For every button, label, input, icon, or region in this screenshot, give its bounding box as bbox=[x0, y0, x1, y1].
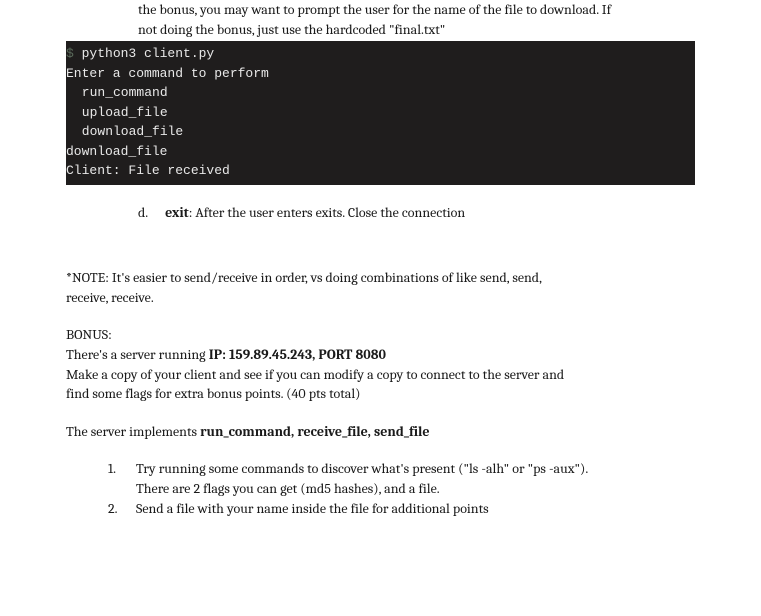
bonus-line1-pre: There's a server running bbox=[66, 346, 209, 363]
note-block: *NOTE: It's easier to send/receive in or… bbox=[66, 268, 695, 307]
list-item-1a: Try running some commands to discover wh… bbox=[136, 460, 588, 477]
list-item-1b: There are 2 flags you can get (md5 hashe… bbox=[136, 480, 440, 497]
item-d-marker: d. bbox=[138, 203, 162, 223]
terminal-line-6: download_file bbox=[66, 142, 691, 162]
terminal-prompt: $ bbox=[66, 46, 74, 61]
note-line-1: *NOTE: It's easier to send/receive in or… bbox=[66, 269, 542, 286]
server-implements: The server implements run_command, recei… bbox=[66, 422, 695, 442]
intro-paragraph: the bonus, you may want to prompt the us… bbox=[138, 0, 695, 39]
terminal-line-5: download_file bbox=[66, 122, 691, 142]
impl-pre: The server implements bbox=[66, 423, 200, 440]
bonus-ip-port: IP: 159.89.45.243, PORT 8080 bbox=[209, 346, 386, 363]
terminal-line-3: run_command bbox=[66, 83, 691, 103]
impl-commands: run_command, receive_file, send_file bbox=[200, 423, 429, 440]
numbered-list: 1. Try running some commands to discover… bbox=[108, 459, 695, 518]
terminal-line-7: Client: File received bbox=[66, 161, 691, 181]
list-num-2: 2. bbox=[108, 499, 118, 519]
list-item-1: 1. Try running some commands to discover… bbox=[108, 459, 695, 498]
intro-line-2: not doing the bonus, just use the hardco… bbox=[138, 21, 445, 38]
bonus-block: BONUS: There's a server running IP: 159.… bbox=[66, 325, 695, 403]
item-d-rest: : After the user enters exits. Close the… bbox=[189, 204, 465, 221]
intro-line-1: the bonus, you may want to prompt the us… bbox=[138, 1, 611, 18]
bonus-line-2: Make a copy of your client and see if yo… bbox=[66, 365, 695, 385]
bonus-heading: BONUS: bbox=[66, 325, 695, 345]
list-item-d: d. exit: After the user enters exits. Cl… bbox=[138, 203, 695, 223]
terminal-command: python3 client.py bbox=[74, 46, 214, 61]
terminal-line-4: upload_file bbox=[66, 103, 691, 123]
bonus-line-3: find some flags for extra bonus points. … bbox=[66, 384, 695, 404]
list-num-1: 1. bbox=[108, 459, 116, 479]
list-item-2-text: Send a file with your name inside the fi… bbox=[136, 500, 489, 517]
list-item-2: 2. Send a file with your name inside the… bbox=[108, 499, 695, 519]
terminal-line-2: Enter a command to perform bbox=[66, 64, 691, 84]
item-d-bold: exit bbox=[165, 204, 189, 221]
note-line-2: receive, receive. bbox=[66, 289, 154, 306]
terminal-screenshot: $ python3 client.py Enter a command to pe… bbox=[66, 41, 695, 185]
